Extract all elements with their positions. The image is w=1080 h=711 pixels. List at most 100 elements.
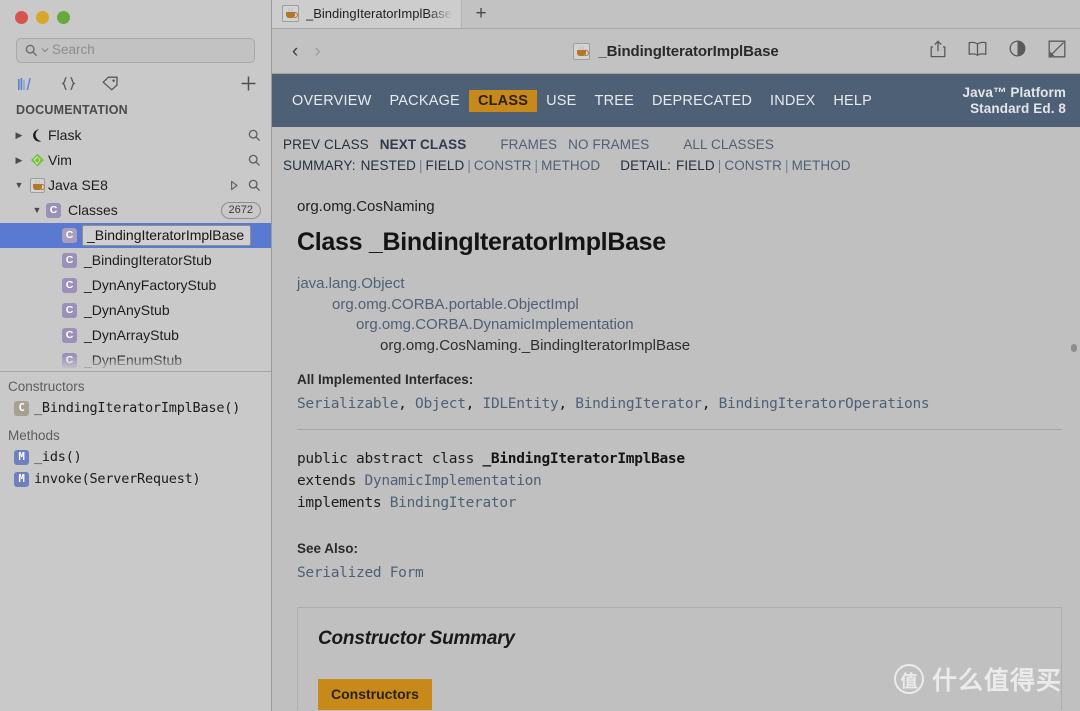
minimize-button[interactable] [36,11,49,25]
interface-bindingiteratoroperations[interactable]: BindingIteratorOperations [719,396,930,412]
tree-item-label: _DynArrayStub [84,327,179,344]
summary-constr[interactable]: CONSTR [474,155,532,176]
detail-method[interactable]: METHOD [792,155,851,176]
plus-icon[interactable] [240,75,257,92]
nav-overview[interactable]: OVERVIEW [283,90,381,112]
signature-extends-link[interactable]: DynamicImplementation [364,473,541,489]
tree-item-label: _BindingIteratorStub [84,252,212,269]
chevron-right-icon[interactable]: ▶ [10,130,28,140]
scrollbar-thumb[interactable] [1071,344,1077,352]
book-icon[interactable] [968,41,987,61]
nav-tree[interactable]: TREE [586,90,643,112]
interface-object[interactable]: Object [415,396,466,412]
nav-package[interactable]: PACKAGE [381,90,469,112]
flask-docset-icon [28,128,46,143]
javadoc-top-nav: OVERVIEW PACKAGE CLASS USE TREE DEPRECAT… [272,74,1080,127]
class-badge-icon: C [62,302,77,318]
class-badge-icon: C [46,202,61,218]
tab-title: _BindingIteratorImplBase [306,6,451,21]
symbol-detail-pane: Constructors C _BindingIteratorImplBase(… [0,371,271,711]
play-icon[interactable] [230,180,239,191]
nav-index[interactable]: INDEX [761,90,824,112]
tree-item-classes[interactable]: ▼ C Classes 2672 [0,198,271,223]
browser-toolbar: ‹ › _BindingIteratorImplBase [272,29,1080,74]
method-item-invoke[interactable]: M invoke(ServerRequest) [0,468,271,490]
method-item-ids[interactable]: M _ids() [0,446,271,468]
braces-icon[interactable] [61,76,76,91]
forward-button[interactable]: › [314,42,320,61]
detail-field[interactable]: FIELD [676,155,715,176]
hierarchy-level-3[interactable]: org.omg.CORBA.DynamicImplementation [297,315,1080,336]
tree-item-rename-input[interactable]: _BindingIteratorImplBase [82,224,252,246]
tree-item-actions[interactable] [230,179,261,192]
tree-item-dyn-array-stub[interactable]: C _DynArrayStub [0,323,271,348]
chevron-right-icon[interactable]: ▶ [10,155,28,165]
constructor-item[interactable]: C _BindingIteratorImplBase() [0,397,271,419]
interface-idlentity[interactable]: IDLEntity [483,396,559,412]
back-button[interactable]: ‹ [292,42,298,61]
detail-constr[interactable]: CONSTR [724,155,782,176]
next-class-link[interactable]: NEXT CLASS [380,134,467,155]
hierarchy-level-2[interactable]: org.omg.CORBA.portable.ObjectImpl [297,295,1080,316]
tree-search-icon[interactable] [248,154,261,167]
constructors-tab[interactable]: Constructors [318,679,432,710]
tab-bar: _BindingIteratorImplBase + [272,0,1080,29]
interface-bindingiterator[interactable]: BindingIterator [575,396,702,412]
summary-nested[interactable]: NESTED [361,155,416,176]
classes-count-badge: 2672 [220,201,261,219]
hierarchy-level-1[interactable]: java.lang.Object [297,274,1080,295]
signature-extends-keyword: extends [297,473,365,489]
nav-deprecated[interactable]: DEPRECATED [643,90,761,112]
tree-item-binding-iterator-stub[interactable]: C _BindingIteratorStub [0,248,271,273]
share-icon[interactable] [930,39,946,63]
zoom-button[interactable] [57,11,70,25]
signature-class-name: _BindingIteratorImplBase [482,451,685,467]
summary-field[interactable]: FIELD [426,155,465,176]
chevron-down-icon[interactable] [41,46,49,54]
serialized-form-link[interactable]: Serialized Form [297,565,1080,581]
tree-item-java-se8[interactable]: ▼ Java SE8 [0,173,271,198]
method-badge-icon: M [14,449,29,465]
docset-icon[interactable] [18,77,35,91]
search-container: Search [0,36,271,63]
tree-search-icon[interactable] [248,179,261,192]
signature-modifiers: public abstract class [297,451,483,467]
page-title: _BindingIteratorImplBase [598,42,779,60]
new-tab-button[interactable]: + [462,0,500,28]
summary-method[interactable]: METHOD [541,155,600,176]
chevron-down-icon[interactable]: ▼ [28,205,46,215]
frames-link[interactable]: FRAMES [500,134,557,155]
tree-item-binding-iterator-impl-base[interactable]: C _BindingIteratorImplBase [0,222,271,248]
close-button[interactable] [15,11,28,25]
methods-heading: Methods [8,428,60,443]
tree-item-dyn-enum-stub[interactable]: C _DynEnumStub [0,348,271,371]
method-badge-icon: M [14,471,29,487]
tree-item-flask[interactable]: ▶ Flask [0,123,271,148]
method-label: invoke(ServerRequest) [34,471,201,487]
tree-item-vim[interactable]: ▶ Vim [0,148,271,173]
chevron-down-icon[interactable]: ▼ [10,180,28,190]
no-frames-link[interactable]: NO FRAMES [568,134,649,155]
search-input[interactable]: Search [16,37,255,63]
docset-tree[interactable]: ▶ Flask ▶ Vim ▼ Java SE8 ▼ C Classes 267… [0,123,271,371]
class-badge-icon: C [62,227,77,243]
tab-binding-iterator-impl-base[interactable]: _BindingIteratorImplBase [272,0,462,28]
nav-class[interactable]: CLASS [468,89,538,112]
signature-implements-link[interactable]: BindingIterator [390,495,517,511]
tag-icon[interactable] [102,76,119,91]
tree-item-dyn-any-stub[interactable]: C _DynAnyStub [0,298,271,323]
nav-help[interactable]: HELP [824,90,881,112]
implemented-interfaces-label: All Implemented Interfaces: [297,372,474,387]
tree-search-icon[interactable] [248,129,261,142]
all-classes-link[interactable]: ALL CLASSES [683,134,774,155]
contrast-icon[interactable] [1009,40,1026,62]
hierarchy-level-4: org.omg.CosNaming._BindingIteratorImplBa… [380,336,691,354]
signature-line-1: public abstract class _BindingIteratorIm… [297,448,1080,470]
nav-use[interactable]: USE [537,90,585,112]
tree-item-dyn-any-factory-stub[interactable]: C _DynAnyFactoryStub [0,273,271,298]
class-badge-icon: C [62,327,77,343]
interface-serializable[interactable]: Serializable [297,396,398,412]
tree-item-label: Vim [48,152,72,169]
annotate-icon[interactable] [1048,40,1066,63]
prev-class-link[interactable]: PREV CLASS [283,134,369,155]
